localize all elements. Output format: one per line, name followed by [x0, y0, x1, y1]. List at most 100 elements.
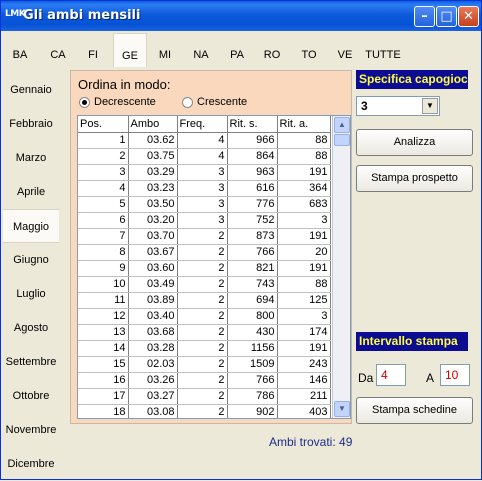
- table-cell: 03.40: [128, 308, 178, 325]
- month-marzo[interactable]: Marzo: [3, 141, 59, 175]
- table-cell: 03.08: [128, 404, 178, 418]
- to-field[interactable]: 10: [440, 364, 470, 386]
- table-row[interactable]: 4 03.23 3 616 364: [78, 180, 331, 197]
- table-cell: 03.75: [128, 148, 178, 165]
- analizza-button[interactable]: Analizza: [356, 129, 473, 156]
- table-cell: 9: [78, 260, 129, 277]
- table-cell: 03.70: [128, 228, 178, 245]
- table-row[interactable]: 11 03.89 2 694 125: [78, 292, 331, 309]
- stampa-schedine-button[interactable]: Stampa schedine: [356, 397, 473, 424]
- month-luglio[interactable]: Luglio: [3, 277, 59, 311]
- table-cell: 174: [277, 324, 331, 341]
- table-cell: 2: [177, 356, 228, 373]
- from-field[interactable]: 4: [376, 364, 406, 386]
- tab-pa[interactable]: PA: [220, 33, 254, 67]
- wheel-tabs: BA CA FI GE MI NA PA RO TO VE TUTTE: [3, 33, 479, 67]
- month-settembre[interactable]: Settembre: [3, 345, 59, 379]
- table-cell: 743: [227, 276, 278, 293]
- table-cell: 2: [177, 260, 228, 277]
- table-cell: 902: [227, 404, 278, 418]
- col-header-rit-a[interactable]: Rit. a.: [277, 116, 331, 133]
- app-window: LMK Gli ambi mensili – □ ✕ BA CA FI GE M…: [0, 0, 482, 480]
- tab-ro[interactable]: RO: [255, 33, 289, 67]
- table-row[interactable]: 8 03.67 2 766 20: [78, 244, 331, 261]
- table-cell: 02.03: [128, 356, 178, 373]
- table-cell: 17: [78, 388, 129, 405]
- maximize-button[interactable]: □: [436, 6, 457, 27]
- chevron-down-icon[interactable]: ▼: [422, 98, 438, 114]
- col-header-freq[interactable]: Freq.: [177, 116, 228, 133]
- table-cell: 88: [277, 276, 331, 293]
- tab-na[interactable]: NA: [184, 33, 218, 67]
- results-grid[interactable]: Pos. Ambo Freq. Rit. s. Rit. a. 1 03.62 4 9…: [77, 115, 351, 419]
- table-header-row: Pos. Ambo Freq. Rit. s. Rit. a.: [78, 116, 331, 133]
- table-cell: 03.28: [128, 340, 178, 357]
- table-cell: 8: [78, 244, 129, 261]
- title-bar[interactable]: LMK Gli ambi mensili – □ ✕: [1, 1, 481, 31]
- table-row[interactable]: 15 02.03 2 1509 243: [78, 356, 331, 373]
- table-row[interactable]: 7 03.70 2 873 191: [78, 228, 331, 245]
- month-maggio[interactable]: Maggio: [3, 209, 59, 243]
- capogioco-select[interactable]: 3 ▼: [356, 96, 440, 116]
- scroll-thumb[interactable]: [334, 134, 350, 146]
- month-aprile[interactable]: Aprile: [3, 175, 59, 209]
- table-cell: 03.67: [128, 244, 178, 261]
- month-gennaio[interactable]: Gennaio: [3, 73, 59, 107]
- table-cell: 1156: [227, 340, 278, 357]
- table-row[interactable]: 12 03.40 2 800 3: [78, 308, 331, 325]
- table-cell: 4: [177, 148, 228, 165]
- table-cell: 2: [177, 292, 228, 309]
- table-cell: 5: [78, 196, 129, 213]
- table-row[interactable]: 5 03.50 3 776 683: [78, 196, 331, 213]
- tab-ca[interactable]: CA: [41, 33, 75, 67]
- vertical-scrollbar[interactable]: ▲ ▼: [332, 116, 350, 418]
- month-dicembre[interactable]: Dicembre: [3, 447, 59, 481]
- tab-ve[interactable]: VE: [328, 33, 362, 67]
- table-row[interactable]: 14 03.28 2 1156 191: [78, 340, 331, 357]
- stampa-prospetto-button[interactable]: Stampa prospetto: [356, 165, 473, 192]
- table-row[interactable]: 17 03.27 2 786 211: [78, 388, 331, 405]
- table-row[interactable]: 1 03.62 4 966 88: [78, 132, 331, 149]
- table-row[interactable]: 10 03.49 2 743 88: [78, 276, 331, 293]
- table-cell: 7: [78, 228, 129, 245]
- table-cell: 821: [227, 260, 278, 277]
- close-button[interactable]: ✕: [458, 6, 479, 27]
- table-cell: 430: [227, 324, 278, 341]
- table-cell: 3: [277, 212, 331, 229]
- radio-checked-icon: [79, 97, 90, 108]
- table-cell: 125: [277, 292, 331, 309]
- col-header-ambo[interactable]: Ambo: [128, 116, 178, 133]
- month-ottobre[interactable]: Ottobre: [3, 379, 59, 413]
- scroll-up-icon[interactable]: ▲: [334, 117, 350, 133]
- table-row[interactable]: 13 03.68 2 430 174: [78, 324, 331, 341]
- table-cell: 2: [177, 308, 228, 325]
- table-cell: 2: [177, 244, 228, 261]
- scroll-down-icon[interactable]: ▼: [334, 401, 350, 417]
- radio-unchecked-icon: [182, 97, 193, 108]
- tab-mi[interactable]: MI: [148, 33, 182, 67]
- table-row[interactable]: 9 03.60 2 821 191: [78, 260, 331, 277]
- table-row[interactable]: 6 03.20 3 752 3: [78, 212, 331, 229]
- table-row[interactable]: 16 03.26 2 766 146: [78, 372, 331, 389]
- tab-tutte[interactable]: TUTTE: [363, 33, 403, 67]
- table-row[interactable]: 18 03.08 2 902 403: [78, 404, 331, 418]
- month-giugno[interactable]: Giugno: [3, 243, 59, 277]
- table-cell: 766: [227, 244, 278, 261]
- month-febbraio[interactable]: Febbraio: [3, 107, 59, 141]
- table-cell: 191: [277, 260, 331, 277]
- table-cell: 03.89: [128, 292, 178, 309]
- minimize-button[interactable]: –: [414, 6, 435, 27]
- table-row[interactable]: 3 03.29 3 963 191: [78, 164, 331, 181]
- tab-ge[interactable]: GE: [113, 33, 147, 67]
- tab-to[interactable]: TO: [292, 33, 326, 67]
- table-row[interactable]: 2 03.75 4 864 88: [78, 148, 331, 165]
- table-cell: 766: [227, 372, 278, 389]
- table-cell: 1509: [227, 356, 278, 373]
- month-novembre[interactable]: Novembre: [3, 413, 59, 447]
- month-agosto[interactable]: Agosto: [3, 311, 59, 345]
- tab-ba[interactable]: BA: [3, 33, 37, 67]
- tab-fi[interactable]: FI: [76, 33, 110, 67]
- table-cell: 13: [78, 324, 129, 341]
- col-header-rit-s[interactable]: Rit. s.: [227, 116, 278, 133]
- col-header-pos[interactable]: Pos.: [78, 116, 129, 133]
